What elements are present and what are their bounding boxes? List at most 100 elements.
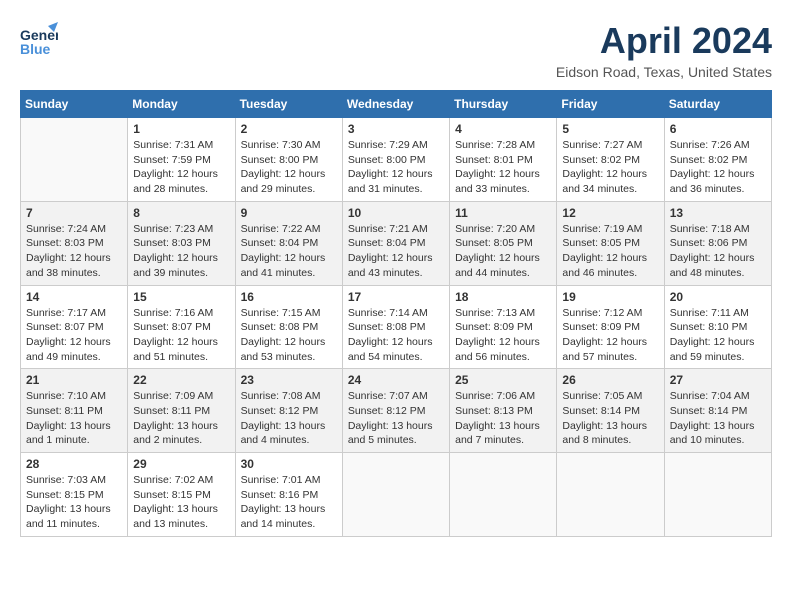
logo: General Blue bbox=[20, 20, 58, 58]
day-number: 27 bbox=[670, 373, 766, 387]
calendar-cell: 4Sunrise: 7:28 AMSunset: 8:01 PMDaylight… bbox=[450, 118, 557, 202]
calendar-cell: 13 Sunrise: 7:18 AMSunset: 8:06 PMDayligh… bbox=[664, 201, 771, 285]
calendar-cell: 21Sunrise: 7:10 AMSunset: 8:11 PMDayligh… bbox=[21, 369, 128, 453]
day-number: 11 bbox=[455, 206, 551, 220]
day-number: 26 bbox=[562, 373, 658, 387]
day-of-week-header: Sunday bbox=[21, 91, 128, 118]
day-number: 28 bbox=[26, 457, 122, 471]
calendar-cell: 3 Sunrise: 7:29 AMSunset: 8:00 PMDaylight… bbox=[342, 118, 449, 202]
day-info: Sunrise: 7:07 AMSunset: 8:12 PMDaylight:… bbox=[348, 389, 444, 448]
day-info: Sunrise: 7:30 AMSunset: 8:00 PMDaylight:… bbox=[241, 138, 337, 197]
calendar-cell: 26 Sunrise: 7:05 AMSunset: 8:14 PMDayligh… bbox=[557, 369, 664, 453]
day-info: Sunrise: 7:23 AMSunset: 8:03 PMDaylight:… bbox=[133, 222, 229, 281]
calendar-cell: 29 Sunrise: 7:02 AMSunset: 8:15 PMDayligh… bbox=[128, 453, 235, 537]
day-info: Sunrise: 7:22 AMSunset: 8:04 PMDaylight:… bbox=[241, 222, 337, 281]
day-info: Sunrise: 7:14 AMSunset: 8:08 PMDaylight:… bbox=[348, 306, 444, 365]
day-number: 4 bbox=[455, 122, 551, 136]
day-of-week-header: Tuesday bbox=[235, 91, 342, 118]
logo-icon: General Blue bbox=[20, 20, 58, 58]
calendar-cell: 27 Sunrise: 7:04 AMSunset: 8:14 PMDayligh… bbox=[664, 369, 771, 453]
day-number: 22 bbox=[133, 373, 229, 387]
calendar-cell: 2 Sunrise: 7:30 AMSunset: 8:00 PMDaylight… bbox=[235, 118, 342, 202]
day-info: Sunrise: 7:26 AMSunset: 8:02 PMDaylight:… bbox=[670, 138, 766, 197]
day-info: Sunrise: 7:24 AMSunset: 8:03 PMDaylight:… bbox=[26, 222, 122, 281]
calendar-cell: 30Sunrise: 7:01 AMSunset: 8:16 PMDayligh… bbox=[235, 453, 342, 537]
day-info: Sunrise: 7:31 AMSunset: 7:59 PMDaylight:… bbox=[133, 138, 229, 197]
day-of-week-header: Saturday bbox=[664, 91, 771, 118]
day-number: 25 bbox=[455, 373, 551, 387]
day-info: Sunrise: 7:21 AMSunset: 8:04 PMDaylight:… bbox=[348, 222, 444, 281]
calendar-cell: 25 Sunrise: 7:06 AMSunset: 8:13 PMDayligh… bbox=[450, 369, 557, 453]
calendar-cell: 23Sunrise: 7:08 AMSunset: 8:12 PMDayligh… bbox=[235, 369, 342, 453]
calendar-cell: 14 Sunrise: 7:17 AMSunset: 8:07 PMDayligh… bbox=[21, 285, 128, 369]
day-info: Sunrise: 7:06 AMSunset: 8:13 PMDaylight:… bbox=[455, 389, 551, 448]
day-info: Sunrise: 7:16 AMSunset: 8:07 PMDaylight:… bbox=[133, 306, 229, 365]
calendar-cell bbox=[557, 453, 664, 537]
calendar-cell: 15 Sunrise: 7:16 AMSunset: 8:07 PMDayligh… bbox=[128, 285, 235, 369]
day-info: Sunrise: 7:04 AMSunset: 8:14 PMDaylight:… bbox=[670, 389, 766, 448]
day-info: Sunrise: 7:11 AMSunset: 8:10 PMDaylight:… bbox=[670, 306, 766, 365]
day-info: Sunrise: 7:05 AMSunset: 8:14 PMDaylight:… bbox=[562, 389, 658, 448]
day-number: 3 bbox=[348, 122, 444, 136]
svg-text:Blue: Blue bbox=[20, 41, 51, 57]
day-info: Sunrise: 7:12 AMSunset: 8:09 PMDaylight:… bbox=[562, 306, 658, 365]
day-number: 2 bbox=[241, 122, 337, 136]
day-info: Sunrise: 7:20 AMSunset: 8:05 PMDaylight:… bbox=[455, 222, 551, 281]
day-of-week-header: Monday bbox=[128, 91, 235, 118]
calendar-cell bbox=[664, 453, 771, 537]
day-info: Sunrise: 7:29 AMSunset: 8:00 PMDaylight:… bbox=[348, 138, 444, 197]
calendar-cell: 9 Sunrise: 7:22 AMSunset: 8:04 PMDaylight… bbox=[235, 201, 342, 285]
day-number: 14 bbox=[26, 290, 122, 304]
calendar-cell: 16 Sunrise: 7:15 AMSunset: 8:08 PMDayligh… bbox=[235, 285, 342, 369]
location: Eidson Road, Texas, United States bbox=[556, 64, 772, 80]
day-number: 7 bbox=[26, 206, 122, 220]
page-header: General Blue April 2024 Eidson Road, Tex… bbox=[20, 20, 772, 80]
day-info: Sunrise: 7:09 AMSunset: 8:11 PMDaylight:… bbox=[133, 389, 229, 448]
day-number: 21 bbox=[26, 373, 122, 387]
day-info: Sunrise: 7:02 AMSunset: 8:15 PMDaylight:… bbox=[133, 473, 229, 532]
day-number: 13 bbox=[670, 206, 766, 220]
day-of-week-header: Friday bbox=[557, 91, 664, 118]
day-number: 24 bbox=[348, 373, 444, 387]
day-info: Sunrise: 7:27 AMSunset: 8:02 PMDaylight:… bbox=[562, 138, 658, 197]
day-number: 16 bbox=[241, 290, 337, 304]
day-number: 10 bbox=[348, 206, 444, 220]
day-number: 29 bbox=[133, 457, 229, 471]
calendar-cell: 22 Sunrise: 7:09 AMSunset: 8:11 PMDayligh… bbox=[128, 369, 235, 453]
day-number: 30 bbox=[241, 457, 337, 471]
calendar-table: SundayMondayTuesdayWednesdayThursdayFrid… bbox=[20, 90, 772, 537]
day-info: Sunrise: 7:18 AMSunset: 8:06 PMDaylight:… bbox=[670, 222, 766, 281]
calendar-cell: 19 Sunrise: 7:12 AMSunset: 8:09 PMDayligh… bbox=[557, 285, 664, 369]
day-number: 20 bbox=[670, 290, 766, 304]
calendar-cell: 11 Sunrise: 7:20 AMSunset: 8:05 PMDayligh… bbox=[450, 201, 557, 285]
calendar-body: 1 Sunrise: 7:31 AMSunset: 7:59 PMDaylight… bbox=[21, 118, 772, 537]
calendar-cell bbox=[21, 118, 128, 202]
day-info: Sunrise: 7:03 AMSunset: 8:15 PMDaylight:… bbox=[26, 473, 122, 532]
calendar-cell bbox=[342, 453, 449, 537]
day-number: 9 bbox=[241, 206, 337, 220]
title-block: April 2024 Eidson Road, Texas, United St… bbox=[556, 20, 772, 80]
calendar-cell: 12Sunrise: 7:19 AMSunset: 8:05 PMDayligh… bbox=[557, 201, 664, 285]
day-of-week-header: Thursday bbox=[450, 91, 557, 118]
calendar-cell: 24 Sunrise: 7:07 AMSunset: 8:12 PMDayligh… bbox=[342, 369, 449, 453]
day-number: 1 bbox=[133, 122, 229, 136]
calendar-cell: 5Sunrise: 7:27 AMSunset: 8:02 PMDaylight… bbox=[557, 118, 664, 202]
day-info: Sunrise: 7:19 AMSunset: 8:05 PMDaylight:… bbox=[562, 222, 658, 281]
day-number: 8 bbox=[133, 206, 229, 220]
day-number: 15 bbox=[133, 290, 229, 304]
day-number: 23 bbox=[241, 373, 337, 387]
calendar-cell: 18Sunrise: 7:13 AMSunset: 8:09 PMDayligh… bbox=[450, 285, 557, 369]
day-number: 17 bbox=[348, 290, 444, 304]
calendar-cell: 6 Sunrise: 7:26 AMSunset: 8:02 PMDaylight… bbox=[664, 118, 771, 202]
calendar-cell: 17 Sunrise: 7:14 AMSunset: 8:08 PMDayligh… bbox=[342, 285, 449, 369]
calendar-cell: 10 Sunrise: 7:21 AMSunset: 8:04 PMDayligh… bbox=[342, 201, 449, 285]
calendar-cell: 8 Sunrise: 7:23 AMSunset: 8:03 PMDaylight… bbox=[128, 201, 235, 285]
day-info: Sunrise: 7:15 AMSunset: 8:08 PMDaylight:… bbox=[241, 306, 337, 365]
calendar-cell: 28 Sunrise: 7:03 AMSunset: 8:15 PMDayligh… bbox=[21, 453, 128, 537]
day-number: 6 bbox=[670, 122, 766, 136]
day-info: Sunrise: 7:13 AMSunset: 8:09 PMDaylight:… bbox=[455, 306, 551, 365]
calendar-cell: 20 Sunrise: 7:11 AMSunset: 8:10 PMDayligh… bbox=[664, 285, 771, 369]
day-info: Sunrise: 7:17 AMSunset: 8:07 PMDaylight:… bbox=[26, 306, 122, 365]
day-number: 19 bbox=[562, 290, 658, 304]
calendar-cell: 7 Sunrise: 7:24 AMSunset: 8:03 PMDaylight… bbox=[21, 201, 128, 285]
